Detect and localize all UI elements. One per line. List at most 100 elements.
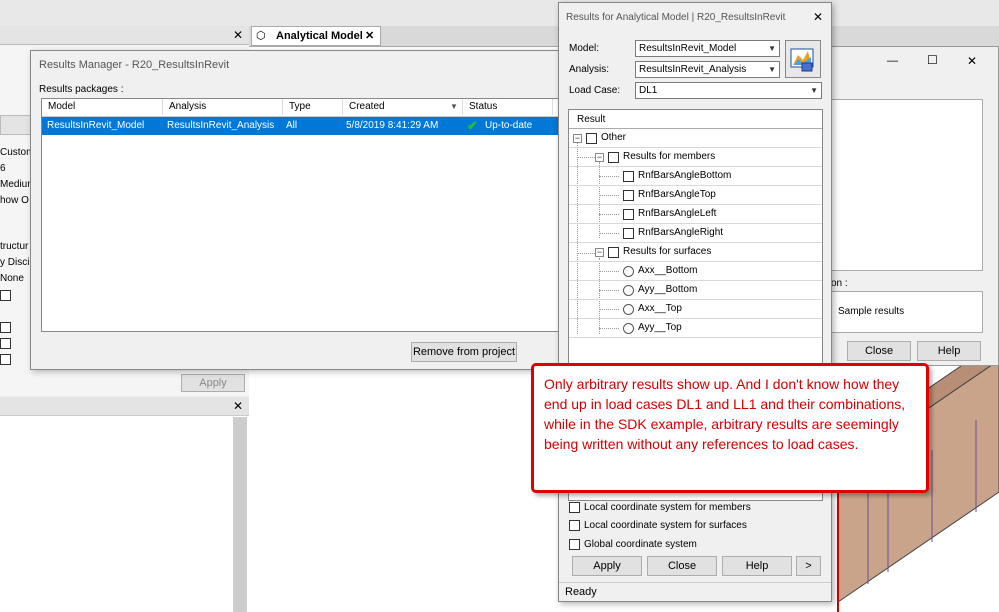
browser-header xyxy=(0,397,249,416)
result-header-label: Result xyxy=(577,114,606,125)
member-item-checkbox[interactable] xyxy=(623,171,634,182)
maximize-icon[interactable]: ☐ xyxy=(927,53,938,67)
table-row[interactable]: ResultsInRevit_Model ResultsInRevit_Anal… xyxy=(42,117,564,135)
results-packages-label: Results packages : xyxy=(39,84,124,95)
tree-label-surfaces: Results for surfaces xyxy=(623,246,712,257)
load-case-label: Load Case: xyxy=(569,85,621,96)
tab-close-icon[interactable]: ✕ xyxy=(365,29,374,42)
tab-title: Analytical Model xyxy=(276,30,363,42)
prop-checkbox[interactable] xyxy=(0,354,11,365)
preview-help-button[interactable]: Help xyxy=(917,341,981,361)
model-select[interactable]: ResultsInRevit_Model ▼ xyxy=(635,40,780,57)
window-close-icon[interactable]: ✕ xyxy=(967,54,977,68)
help-button[interactable]: Help xyxy=(722,556,792,576)
remove-from-project-button[interactable]: Remove from project xyxy=(411,342,517,362)
tree-row-member-item[interactable]: RnfBarsAngleRight xyxy=(569,224,822,243)
row-status: Up-to-date xyxy=(485,120,533,131)
analysis-select-value: ResultsInRevit_Analysis xyxy=(639,64,747,75)
tree-label-member-item: RnfBarsAngleTop xyxy=(638,189,716,200)
apply-button-bg[interactable]: Apply xyxy=(181,374,245,392)
collapse-icon[interactable]: − xyxy=(595,248,604,257)
prop-6: 6 xyxy=(0,163,6,174)
tree-row-member-item[interactable]: RnfBarsAngleLeft xyxy=(569,205,822,224)
table-header: Model Analysis Type Created ▼ Status R xyxy=(42,99,564,117)
tree-row-other[interactable]: − Other xyxy=(569,129,822,148)
preview-label: on : xyxy=(831,278,848,289)
chevron-down-icon: ▼ xyxy=(768,44,776,53)
tree-row-member-item[interactable]: RnfBarsAngleBottom xyxy=(569,167,822,186)
global-checkbox[interactable] xyxy=(569,539,580,550)
tree-row-surface-item[interactable]: Axx__Top xyxy=(569,300,822,319)
col-status[interactable]: Status xyxy=(463,99,553,115)
tree-label-member-item: RnfBarsAngleLeft xyxy=(638,208,717,219)
checkmark-icon: ✔ xyxy=(467,118,478,133)
prop-checkbox[interactable] xyxy=(0,338,11,349)
prop-show: how O xyxy=(0,195,29,206)
row-model: ResultsInRevit_Model xyxy=(47,120,145,131)
tree-row-surfaces[interactable]: − Results for surfaces xyxy=(569,243,822,262)
tree-row-member-item[interactable]: RnfBarsAngleTop xyxy=(569,186,822,205)
preview-pane xyxy=(831,99,983,271)
load-case-select-value: DL1 xyxy=(639,85,658,96)
surfaces-checkbox[interactable] xyxy=(608,247,619,258)
cube-icon: ⬡ xyxy=(256,30,266,42)
local-surfaces-checkbox[interactable] xyxy=(569,520,580,531)
tree-label-member-item: RnfBarsAngleRight xyxy=(638,227,724,238)
tree-line xyxy=(599,195,619,196)
load-case-select[interactable]: DL1 ▼ xyxy=(635,82,822,99)
minimize-icon[interactable]: — xyxy=(887,55,898,67)
collapse-icon[interactable]: − xyxy=(595,153,604,162)
apply-button[interactable]: Apply xyxy=(572,556,642,576)
diagram-settings-button[interactable] xyxy=(785,40,821,78)
browser-scrollbar[interactable] xyxy=(233,417,247,612)
col-created[interactable]: Created xyxy=(343,99,463,115)
tree-label-surface-item: Ayy__Top xyxy=(638,322,682,333)
surface-item-radio[interactable] xyxy=(623,266,634,277)
results-dialog: Results for Analytical Model | R20_Resul… xyxy=(558,2,832,602)
chevron-down-icon: ▼ xyxy=(810,86,818,95)
prop-discipline: y Disci xyxy=(0,257,30,268)
properties-close-icon[interactable]: ✕ xyxy=(233,28,243,42)
tree-label-surface-item: Axx__Bottom xyxy=(638,265,698,276)
sample-results-text: Sample results xyxy=(838,306,905,317)
tree-line xyxy=(599,214,619,215)
local-members-checkbox[interactable] xyxy=(569,502,580,513)
surface-item-radio[interactable] xyxy=(623,285,634,296)
surface-item-radio[interactable] xyxy=(623,323,634,334)
annotation-text: Only arbitrary results show up. And I do… xyxy=(544,376,906,452)
status-text: Ready xyxy=(565,586,597,598)
status-bar: Ready xyxy=(559,582,831,602)
browser-close-icon[interactable]: ✕ xyxy=(233,399,243,413)
tree-label-other: Other xyxy=(601,132,627,143)
other-checkbox[interactable] xyxy=(586,133,597,144)
close-button[interactable]: Close xyxy=(647,556,717,576)
row-analysis: ResultsInRevit_Analysis xyxy=(167,120,275,131)
results-dialog-close-icon[interactable]: ✕ xyxy=(813,10,823,24)
tree-row-members[interactable]: − Results for members xyxy=(569,148,822,167)
member-item-checkbox[interactable] xyxy=(623,190,634,201)
col-analysis[interactable]: Analysis xyxy=(163,99,283,115)
top-strip xyxy=(0,0,999,27)
analysis-select[interactable]: ResultsInRevit_Analysis ▼ xyxy=(635,61,780,78)
member-item-checkbox[interactable] xyxy=(623,228,634,239)
tab-analytical-model[interactable]: ⬡ Analytical Model ✕ xyxy=(251,26,381,46)
tree-row-surface-item[interactable]: Axx__Bottom xyxy=(569,262,822,281)
prop-checkbox[interactable] xyxy=(0,290,11,301)
tree-label-surface-item: Axx__Top xyxy=(638,303,682,314)
collapse-icon[interactable]: − xyxy=(573,134,582,143)
prop-checkbox[interactable] xyxy=(0,322,11,333)
member-item-checkbox[interactable] xyxy=(623,209,634,220)
tree-row-surface-item[interactable]: Ayy__Top xyxy=(569,319,822,338)
preview-close-button[interactable]: Close xyxy=(847,341,911,361)
surface-item-radio[interactable] xyxy=(623,304,634,315)
col-model[interactable]: Model xyxy=(42,99,163,115)
tree-row-surface-item[interactable]: Ayy__Bottom xyxy=(569,281,822,300)
local-members-label: Local coordinate system for members xyxy=(584,502,751,513)
more-button[interactable]: > xyxy=(796,556,821,576)
col-type[interactable]: Type xyxy=(283,99,343,115)
chevron-down-icon: ▼ xyxy=(768,65,776,74)
members-checkbox[interactable] xyxy=(608,152,619,163)
local-surfaces-label: Local coordinate system for surfaces xyxy=(584,520,747,531)
result-tree-header: Result xyxy=(569,110,822,129)
tree-label-member-item: RnfBarsAngleBottom xyxy=(638,170,732,181)
